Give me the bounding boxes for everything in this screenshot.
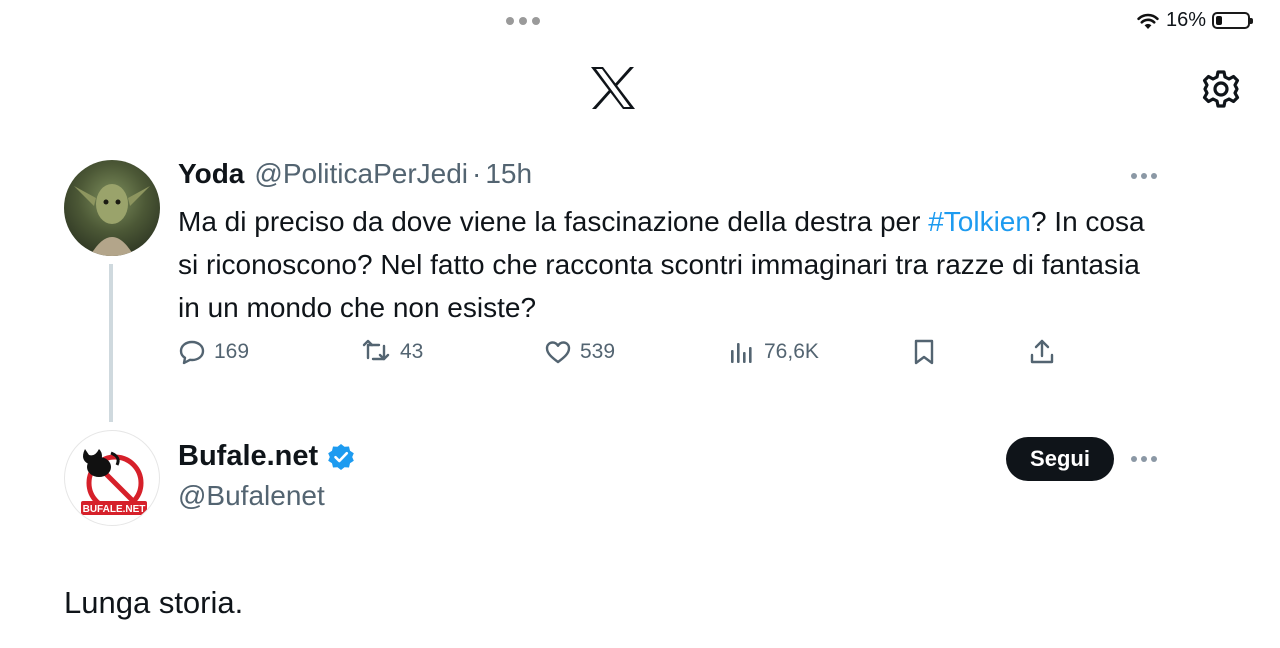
battery-percentage: 16% xyxy=(1165,9,1206,31)
avatar-logo-text: BUFALE.NET xyxy=(83,504,146,515)
status-bar: 16% xyxy=(0,0,1280,42)
retweet-button[interactable]: 43 xyxy=(360,338,423,366)
heart-icon xyxy=(545,341,571,364)
bookmark-button[interactable] xyxy=(910,338,938,366)
more-options-icon[interactable] xyxy=(1131,171,1159,181)
gear-icon[interactable] xyxy=(1200,68,1242,110)
multitasking-dots[interactable] xyxy=(506,17,540,25)
author-name[interactable]: Yoda xyxy=(178,158,244,190)
bookmark-icon xyxy=(914,339,934,365)
tweet-time[interactable]: 15h xyxy=(485,158,532,190)
views-count: 76,6K xyxy=(764,340,819,363)
tweet-header: Yoda @PoliticaPerJedi · 15h xyxy=(178,158,532,190)
tweet-actions: 169 43 539 76,6K xyxy=(0,338,1280,378)
tweet-text-part: Ma di preciso da dove viene la fascinazi… xyxy=(178,206,929,237)
avatar-bufale[interactable]: BUFALE.NET xyxy=(64,430,160,526)
share-icon xyxy=(1030,339,1054,364)
status-indicators: 16% xyxy=(1136,9,1253,32)
tweet-text: Lunga storia. xyxy=(64,585,244,620)
wifi-icon xyxy=(1137,13,1159,29)
share-button[interactable] xyxy=(1028,338,1056,366)
tweet-text: Ma di preciso da dove viene la fascinazi… xyxy=(178,200,1168,329)
more-options-icon[interactable] xyxy=(1131,454,1159,464)
hashtag-link[interactable]: #Tolkien xyxy=(928,206,1031,237)
retweet-count: 43 xyxy=(400,340,424,363)
reply-count: 169 xyxy=(214,340,250,363)
separator-dot: · xyxy=(472,158,482,189)
bar-chart-icon xyxy=(731,343,752,363)
follow-button[interactable]: Segui xyxy=(1006,437,1114,481)
views-button[interactable]: 76,6K xyxy=(728,338,819,366)
battery-icon xyxy=(1212,12,1253,29)
like-button[interactable]: 539 xyxy=(544,338,615,366)
reply-button[interactable]: 169 xyxy=(178,338,249,366)
author-name[interactable]: Bufale.net xyxy=(178,440,318,473)
retweet-icon xyxy=(362,339,390,361)
author-handle[interactable]: @PoliticaPerJedi xyxy=(254,158,468,190)
verified-badge-icon xyxy=(328,443,354,470)
like-count: 539 xyxy=(580,340,616,363)
author-name-row: Bufale.net xyxy=(178,440,356,473)
author-handle[interactable]: @Bufalenet xyxy=(178,480,325,512)
avatar-yoda[interactable] xyxy=(64,160,160,256)
speech-bubble-icon xyxy=(179,340,205,365)
x-logo-icon[interactable] xyxy=(589,66,637,110)
